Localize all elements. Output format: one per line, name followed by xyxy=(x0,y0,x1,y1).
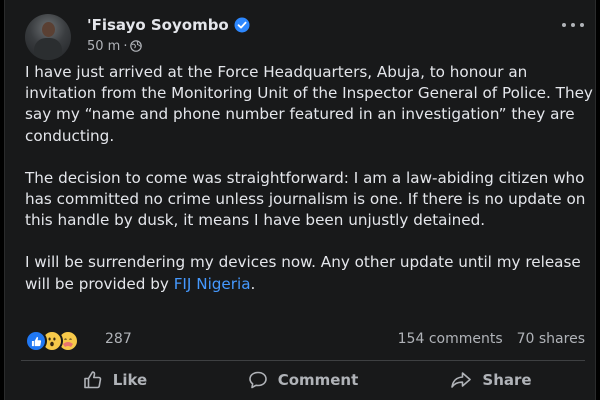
engagement-counts: 154 comments 70 shares xyxy=(398,331,585,347)
share-label: Share xyxy=(482,371,532,389)
reaction-count[interactable]: 287 xyxy=(105,331,132,347)
avatar-head xyxy=(42,22,55,37)
thumbs-up-icon xyxy=(83,371,102,389)
comments-count[interactable]: 154 comments xyxy=(398,331,503,347)
post-paragraph-end: . xyxy=(250,274,256,293)
post-paragraph-last: I will be surrendering my devices now. A… xyxy=(25,252,593,294)
post-time[interactable]: 50 m xyxy=(87,39,120,54)
author-name[interactable]: 'Fisayo Soyombo xyxy=(87,16,229,34)
reaction-summary[interactable] xyxy=(25,330,105,352)
more-dot xyxy=(571,23,575,27)
like-label: Like xyxy=(112,371,148,389)
like-reaction-icon xyxy=(25,330,47,352)
author-avatar[interactable] xyxy=(25,14,71,60)
comment-button[interactable]: Comment xyxy=(209,364,397,396)
avatar-body xyxy=(34,38,62,60)
verified-badge-icon xyxy=(234,17,250,37)
post-header: 'Fisayo Soyombo 50 m · xyxy=(25,12,585,60)
author-name-row: 'Fisayo Soyombo xyxy=(87,16,250,37)
shares-count[interactable]: 70 shares xyxy=(517,331,585,347)
meta-separator: · xyxy=(123,39,128,54)
more-options-icon[interactable] xyxy=(561,18,585,34)
post-paragraph: The decision to come was straightforward… xyxy=(25,168,586,230)
more-dot xyxy=(562,23,566,27)
post-card: 'Fisayo Soyombo 50 m · I have just arrive… xyxy=(4,0,596,400)
actions-divider xyxy=(21,360,585,361)
more-dot xyxy=(580,23,584,27)
comment-label: Comment xyxy=(277,371,359,389)
post-paragraph-text: I will be surrendering my devices now. A… xyxy=(25,253,581,293)
post-meta: 50 m · xyxy=(87,39,143,56)
mention-link[interactable]: FIJ Nigeria xyxy=(174,275,251,293)
globe-icon xyxy=(130,40,143,56)
post-paragraph: I have just arrived at the Force Headqua… xyxy=(25,63,593,145)
comment-icon xyxy=(248,371,267,389)
share-icon xyxy=(451,372,472,388)
like-button[interactable]: Like xyxy=(21,364,209,396)
share-button[interactable]: Share xyxy=(397,364,585,396)
post-actions: Like Comment Share xyxy=(21,364,585,396)
post-stats: 287 154 comments 70 shares xyxy=(25,328,585,352)
post-body: I have just arrived at the Force Headqua… xyxy=(25,62,593,316)
